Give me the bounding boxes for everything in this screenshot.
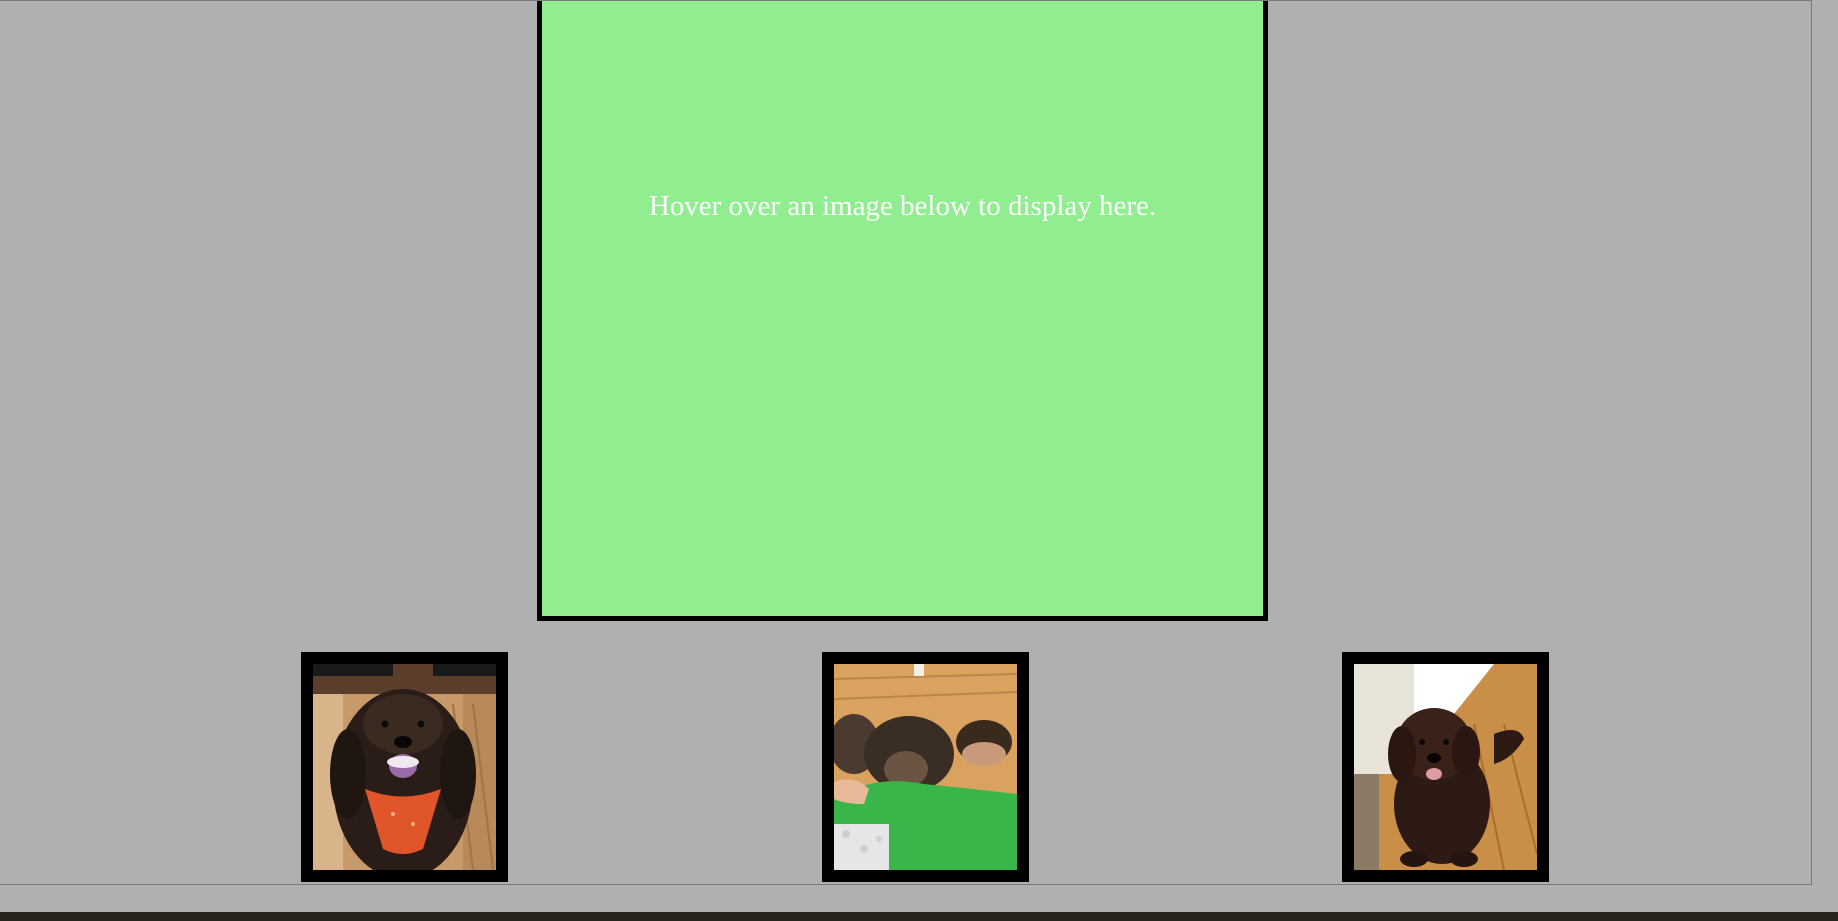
page-viewport: Hover over an image below to display her… (0, 0, 1812, 885)
thumbnail-image-2[interactable] (834, 664, 1017, 870)
dog-sitting-photo (1354, 664, 1537, 870)
display-message: Hover over an image below to display her… (648, 190, 1157, 222)
thumbnail-image-1[interactable] (313, 664, 496, 870)
taskbar-edge (0, 912, 1838, 921)
thumbnail-image-3[interactable] (1354, 664, 1537, 870)
thumbnail-dog-bandana[interactable] (301, 652, 508, 882)
thumbnail-dog-sitting[interactable] (1342, 652, 1549, 882)
thumbnail-boy-hugging-dog[interactable] (822, 652, 1029, 882)
dog-bandana-photo (313, 664, 496, 870)
image-display-area: Hover over an image below to display her… (537, 1, 1268, 621)
boy-dog-photo (834, 664, 1017, 870)
